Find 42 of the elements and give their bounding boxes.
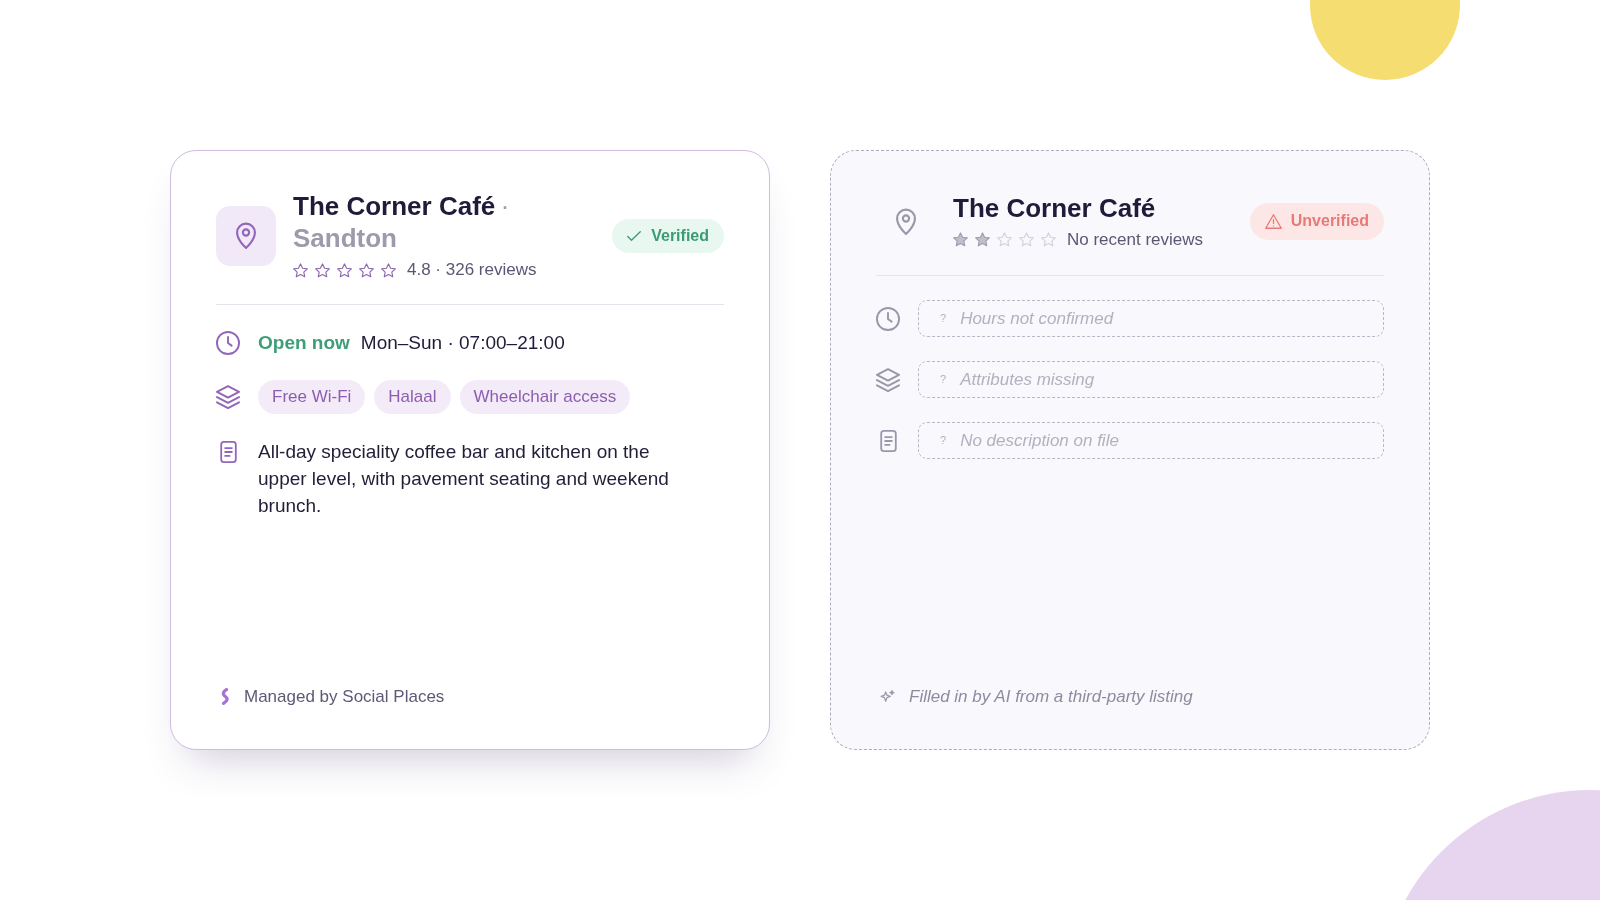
clock-icon xyxy=(216,330,240,355)
attribute-tag: Free Wi-Fi xyxy=(258,380,366,415)
missing-note: Attributes missing xyxy=(960,368,1095,391)
document-icon xyxy=(219,441,237,464)
place-title: The Corner Café xyxy=(953,192,1157,223)
star-icon xyxy=(1019,232,1034,247)
layers-icon xyxy=(216,385,240,410)
layers-icon xyxy=(876,367,900,392)
star-icon xyxy=(975,232,990,247)
status-label: Verified xyxy=(651,225,709,246)
footer-note: Managed by Social Places xyxy=(244,685,445,708)
logo-icon xyxy=(220,687,230,705)
warning-icon xyxy=(1264,213,1282,229)
star-icon xyxy=(381,262,396,278)
place-title: The Corner Café · Sandton xyxy=(293,191,510,254)
rating-summary: No recent reviews xyxy=(1067,228,1204,251)
star-icon xyxy=(315,262,330,278)
description-text: All-day speciality coffee bar and kitchen on the upper level, with pavement seating and weekend brunch. xyxy=(258,440,670,519)
sparkle-icon xyxy=(880,690,895,703)
question-mark: ? xyxy=(940,311,947,327)
star-icon xyxy=(1041,232,1056,247)
status-label: Unverified xyxy=(1290,211,1369,231)
question-mark: ? xyxy=(940,433,947,449)
open-status: Open now xyxy=(258,331,350,356)
pin-icon xyxy=(216,205,276,266)
rating-summary: 4.8 · 326 reviews xyxy=(407,259,537,282)
opening-hours: Mon–Sun · 07:00–21:00 xyxy=(360,331,565,356)
star-icon xyxy=(997,232,1012,247)
star-icon xyxy=(953,232,968,247)
pin-icon xyxy=(896,207,916,235)
attribute-tag: Halaal xyxy=(374,380,451,415)
missing-note: No description on file xyxy=(960,429,1119,452)
clock-icon xyxy=(876,306,900,331)
question-mark: ? xyxy=(940,372,947,388)
attribute-tag: Wheelchair access xyxy=(459,380,631,415)
missing-note: Hours not confirmed xyxy=(960,307,1114,330)
star-icon xyxy=(293,262,308,278)
star-icon xyxy=(359,262,374,278)
check-icon xyxy=(627,230,642,241)
footer-note: Filled in by AI from a third-party listing xyxy=(909,685,1193,708)
document-icon xyxy=(879,429,897,452)
star-icon xyxy=(337,262,352,278)
